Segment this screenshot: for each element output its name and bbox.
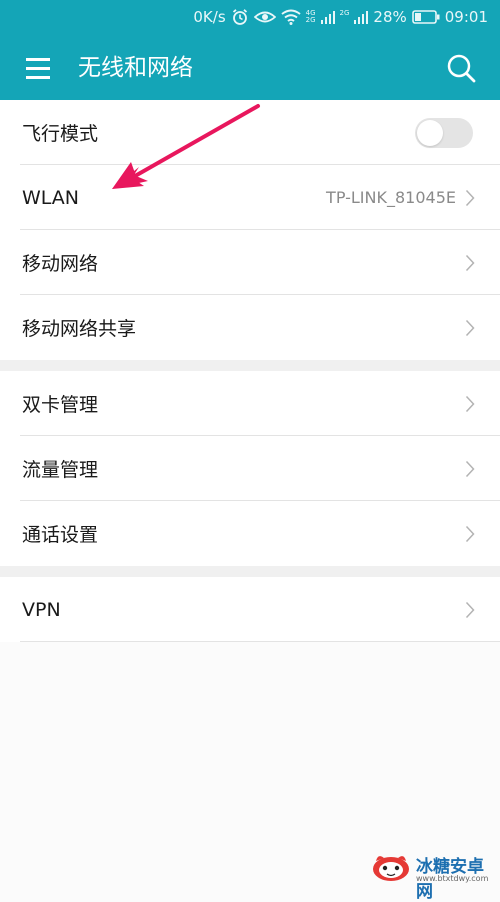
row-label: WLAN xyxy=(22,186,80,209)
search-icon[interactable] xyxy=(442,49,480,87)
airplane-mode-toggle[interactable] xyxy=(415,117,473,148)
dual-sim-row[interactable]: 双卡管理 xyxy=(0,371,500,436)
section-gap xyxy=(0,360,500,371)
row-label: 通话设置 xyxy=(22,524,99,546)
row-label: 双卡管理 xyxy=(22,394,99,416)
eye-comfort-icon xyxy=(253,11,276,23)
chevron-right-icon xyxy=(465,460,475,477)
tethering-row[interactable]: 移动网络共享 xyxy=(0,295,500,360)
settings-section-network: 飞行模式 WLAN TP-LINK_81045E 移动网络 移动网络共享 xyxy=(0,100,500,360)
watermark-url: www.btxtdwy.com xyxy=(416,874,489,883)
data-usage-row[interactable]: 流量管理 xyxy=(0,436,500,501)
chevron-right-icon xyxy=(465,525,475,542)
row-label: 飞行模式 xyxy=(22,123,99,145)
network-type-2: 2G xyxy=(339,9,350,17)
vpn-row[interactable]: VPN xyxy=(0,577,500,642)
row-label: VPN xyxy=(22,598,61,621)
battery-icon xyxy=(411,10,440,24)
airplane-mode-row[interactable]: 飞行模式 xyxy=(0,100,500,165)
hamburger-menu-icon[interactable] xyxy=(20,52,56,84)
call-settings-row[interactable]: 通话设置 xyxy=(0,501,500,566)
page-title: 无线和网络 xyxy=(78,55,193,81)
chevron-right-icon xyxy=(465,254,475,271)
clock: 09:01 xyxy=(444,8,488,26)
chevron-right-icon xyxy=(465,395,475,412)
watermark-logo xyxy=(373,856,409,881)
wifi-icon xyxy=(281,9,301,25)
signal-icon-sim2 xyxy=(354,11,369,24)
chevron-right-icon xyxy=(465,601,475,618)
status-bar: 0K/s 4G 2G 2G 28% 09:01 xyxy=(193,0,488,34)
row-label: 移动网络共享 xyxy=(22,318,137,340)
wlan-row[interactable]: WLAN TP-LINK_81045E xyxy=(0,165,500,230)
chevron-right-icon xyxy=(465,189,475,206)
signal-icon-sim1 xyxy=(320,11,335,24)
mobile-network-row[interactable]: 移动网络 xyxy=(0,230,500,295)
watermark: 冰糖安卓网 www.btxtdwy.com xyxy=(368,850,496,902)
network-speed: 0K/s xyxy=(193,8,226,26)
wlan-connected-network: TP-LINK_81045E xyxy=(326,188,456,207)
settings-section-vpn: VPN xyxy=(0,577,500,642)
section-gap xyxy=(0,566,500,577)
row-label: 移动网络 xyxy=(22,253,99,275)
row-label: 流量管理 xyxy=(22,459,99,481)
settings-section-sim: 双卡管理 流量管理 通话设置 xyxy=(0,371,500,566)
alarm-icon xyxy=(232,9,247,25)
chevron-right-icon xyxy=(465,319,475,336)
network-type-1: 4G 2G xyxy=(305,9,316,24)
battery-percent: 28% xyxy=(373,8,407,26)
app-header: 0K/s 4G 2G 2G 28% 09:01 无线和网络 xyxy=(0,0,500,100)
